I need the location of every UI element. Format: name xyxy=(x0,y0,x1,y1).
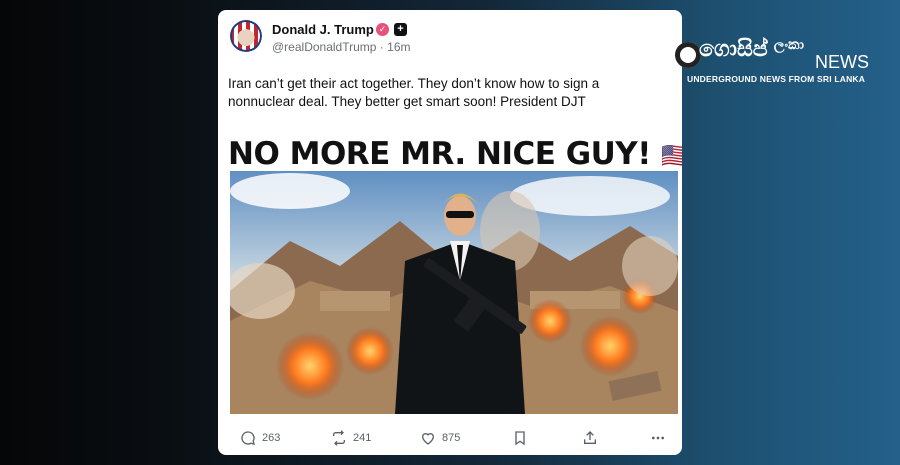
like-action[interactable]: 875 xyxy=(420,430,460,446)
author-name[interactable]: Donald J. Trump xyxy=(272,22,374,37)
watermark-title-main: ගොසිප් xyxy=(699,36,768,61)
repost-count: 241 xyxy=(353,432,372,444)
bookmark-action[interactable] xyxy=(512,430,528,446)
handle-time: @realDonaldTrump · 16m xyxy=(272,40,410,54)
reply-count: 263 xyxy=(262,432,281,444)
media-illustration xyxy=(230,171,678,414)
more-options-icon xyxy=(652,436,664,440)
explosion xyxy=(346,327,394,375)
heart-icon xyxy=(421,433,435,445)
post-actions: 263 241 875 xyxy=(230,430,670,450)
cloud xyxy=(230,173,350,209)
author-handle[interactable]: @realDonaldTrump xyxy=(272,40,376,54)
post-media-image[interactable] xyxy=(230,171,678,414)
eye-logo-icon xyxy=(675,42,701,68)
like-count: 875 xyxy=(442,432,461,444)
us-flag-icon: 🇺🇸 xyxy=(661,141,682,170)
more-options-action[interactable] xyxy=(650,430,666,446)
reply-action[interactable]: 263 xyxy=(240,430,280,446)
repost-icon xyxy=(333,430,345,446)
watermark-title: ගොසිප් ලංකා xyxy=(699,36,804,62)
fortress xyxy=(320,291,390,311)
post-header: Donald J. Trump ✓ + @realDonaldTrump · 1… xyxy=(230,18,670,64)
explosion xyxy=(276,332,344,400)
post-card[interactable]: Donald J. Trump ✓ + @realDonaldTrump · 1… xyxy=(218,10,682,455)
post-text: Iran can’t get their act together. They … xyxy=(228,76,600,109)
post-time[interactable]: 16m xyxy=(387,40,410,54)
follow-plus-icon[interactable]: + xyxy=(394,23,407,36)
verified-badge-icon: ✓ xyxy=(376,23,389,36)
watermark-title-suffix: ලංකා xyxy=(773,36,805,52)
repost-action[interactable]: 241 xyxy=(331,430,371,446)
bookmark-icon xyxy=(515,431,525,446)
site-watermark: ගොසිප් ලංකා NEWS UNDERGROUND NEWS FROM S… xyxy=(675,36,875,86)
watermark-tagline: UNDERGROUND NEWS FROM SRI LANKA xyxy=(687,74,866,84)
reply-icon xyxy=(241,431,255,445)
author-avatar[interactable] xyxy=(230,20,262,52)
share-icon xyxy=(584,431,596,444)
explosion xyxy=(580,316,640,376)
explosion xyxy=(528,299,572,343)
media-caption-text: NO MORE MR. NICE GUY! xyxy=(228,136,651,172)
smoke xyxy=(622,236,678,296)
watermark-news: NEWS xyxy=(815,52,869,72)
share-action[interactable] xyxy=(582,430,598,446)
